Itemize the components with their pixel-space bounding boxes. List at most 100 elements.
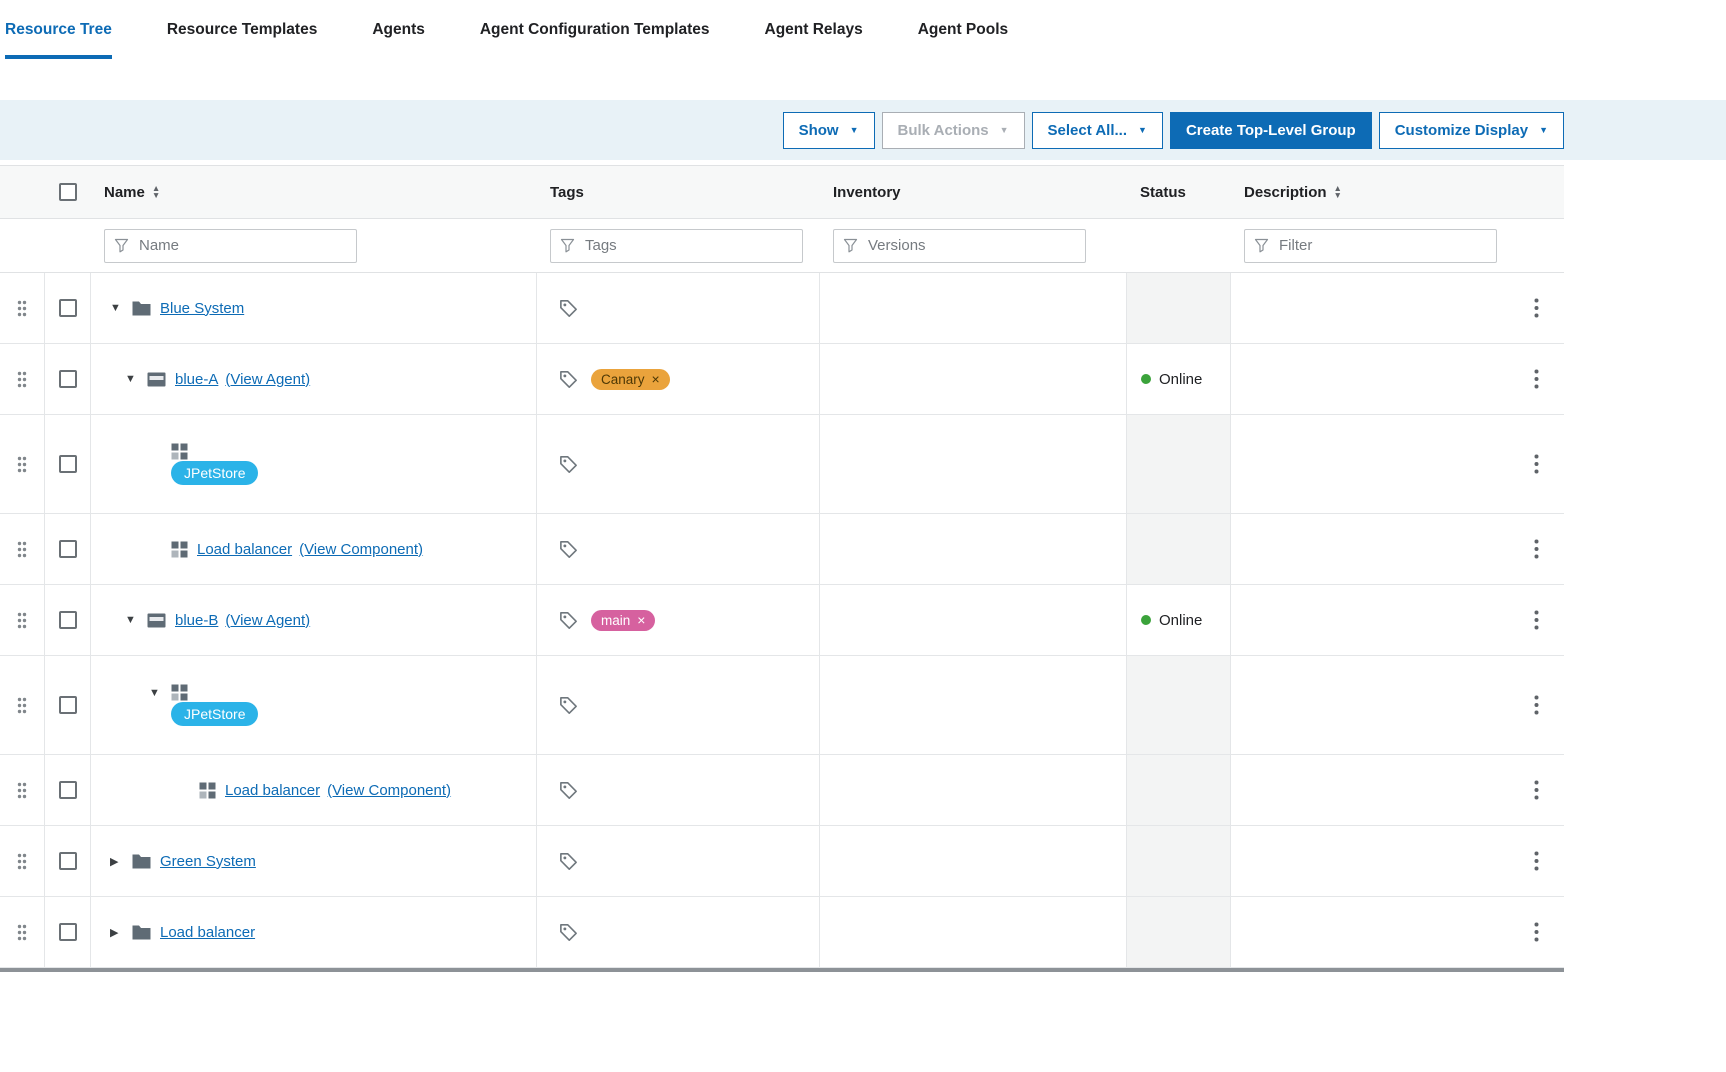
resource-link[interactable]: blue-A: [175, 371, 218, 388]
description-filter-input[interactable]: [1244, 229, 1497, 263]
tag-icon: [558, 610, 579, 631]
name-cell: ▼ Blue System: [91, 273, 537, 343]
row-checkbox[interactable]: [59, 370, 77, 388]
drag-handle[interactable]: [15, 778, 29, 803]
drag-handle[interactable]: [15, 367, 29, 392]
name-cell: ▼ blue-B (View Agent): [91, 585, 537, 655]
collapse-caret-icon[interactable]: ▼: [149, 687, 171, 699]
resource-link[interactable]: Blue System: [160, 300, 244, 317]
actions-cell: [1508, 897, 1564, 967]
tags-cell: [537, 755, 820, 825]
name-filter-input[interactable]: [104, 229, 357, 263]
table-row: ▶ Green System: [0, 826, 1564, 897]
remove-tag-icon[interactable]: ×: [652, 372, 660, 386]
view-action-link[interactable]: (View Component): [327, 782, 451, 799]
kebab-menu-icon[interactable]: [1528, 776, 1545, 804]
show-button[interactable]: Show ▼: [783, 112, 875, 149]
drag-cell: [0, 897, 45, 967]
view-action-link[interactable]: (View Agent): [225, 371, 310, 388]
versions-filter-input[interactable]: [833, 229, 1086, 263]
create-top-level-group-button[interactable]: Create Top-Level Group: [1170, 112, 1372, 149]
table-row: ▼JPetStore: [0, 656, 1564, 755]
collapse-caret-icon[interactable]: ▼: [110, 302, 132, 314]
collapse-caret-icon[interactable]: ▼: [125, 614, 147, 626]
actions-cell: [1508, 273, 1564, 343]
kebab-menu-icon[interactable]: [1528, 918, 1545, 946]
name-cell: ▼ blue-A (View Agent): [91, 344, 537, 414]
kebab-menu-icon[interactable]: [1528, 535, 1545, 563]
row-checkbox[interactable]: [59, 923, 77, 941]
expand-caret-icon[interactable]: ▶: [110, 926, 132, 939]
tab-agents[interactable]: Agents: [372, 21, 425, 55]
tab-agent-pools[interactable]: Agent Pools: [918, 21, 1008, 55]
tags-filter-input[interactable]: [550, 229, 803, 263]
resource-link[interactable]: Load balancer: [197, 541, 292, 558]
chevron-down-icon: ▼: [1539, 125, 1548, 135]
description-cell: [1231, 656, 1508, 754]
tab-resource-templates[interactable]: Resource Templates: [167, 21, 317, 55]
bulk-actions-button[interactable]: Bulk Actions ▼: [882, 112, 1025, 149]
tab-agent-configuration-templates[interactable]: Agent Configuration Templates: [480, 21, 710, 55]
drag-handle[interactable]: [15, 920, 29, 945]
collapse-caret-icon[interactable]: ▼: [125, 373, 147, 385]
drag-handle[interactable]: [15, 693, 29, 718]
horizontal-scrollbar[interactable]: [0, 968, 1564, 972]
customize-display-label: Customize Display: [1395, 122, 1528, 139]
remove-tag-icon[interactable]: ×: [637, 613, 645, 627]
kebab-menu-icon[interactable]: [1528, 450, 1545, 478]
row-checkbox[interactable]: [59, 852, 77, 870]
resource-link[interactable]: blue-B: [175, 612, 218, 629]
table-row: ▼ Blue System: [0, 273, 1564, 344]
actions-cell: [1508, 656, 1564, 754]
view-action-link[interactable]: (View Component): [299, 541, 423, 558]
drag-handle[interactable]: [15, 296, 29, 321]
kebab-menu-icon[interactable]: [1528, 691, 1545, 719]
description-cell: [1231, 897, 1508, 967]
row-checkbox[interactable]: [59, 540, 77, 558]
actions-cell: [1508, 514, 1564, 584]
tags-cell: Canary×: [537, 344, 820, 414]
folder-icon: [132, 301, 151, 316]
drag-handle[interactable]: [15, 537, 29, 562]
drag-cell: [0, 514, 45, 584]
drag-cell: [0, 755, 45, 825]
drag-handle[interactable]: [15, 452, 29, 477]
checkbox-cell: [45, 755, 91, 825]
name-cell: ▶ Load balancer: [91, 897, 537, 967]
table-row: JPetStore: [0, 415, 1564, 514]
kebab-menu-icon[interactable]: [1528, 847, 1545, 875]
sort-icon[interactable]: ▲▼: [1334, 185, 1342, 199]
resource-link[interactable]: Load balancer: [160, 924, 255, 941]
row-checkbox[interactable]: [59, 299, 77, 317]
kebab-menu-icon[interactable]: [1528, 365, 1545, 393]
tag-chip[interactable]: Canary×: [591, 369, 670, 390]
tab-resource-tree[interactable]: Resource Tree: [5, 21, 112, 59]
checkbox-cell: [45, 897, 91, 967]
view-action-link[interactable]: (View Agent): [225, 612, 310, 629]
resource-link[interactable]: Load balancer: [225, 782, 320, 799]
expand-caret-icon[interactable]: ▶: [110, 855, 132, 868]
row-checkbox[interactable]: [59, 611, 77, 629]
row-checkbox[interactable]: [59, 455, 77, 473]
tab-agent-relays[interactable]: Agent Relays: [765, 21, 863, 55]
kebab-menu-icon[interactable]: [1528, 606, 1545, 634]
column-header-description[interactable]: Description ▲▼: [1231, 184, 1508, 201]
row-checkbox[interactable]: [59, 696, 77, 714]
sort-icon[interactable]: ▲▼: [152, 185, 160, 199]
component-pill[interactable]: JPetStore: [171, 702, 258, 726]
select-all-label: Select All...: [1048, 122, 1127, 139]
folder-icon: [132, 925, 151, 940]
customize-display-button[interactable]: Customize Display ▼: [1379, 112, 1564, 149]
component-icon: [171, 443, 188, 460]
tag-chip[interactable]: main×: [591, 610, 655, 631]
select-all-checkbox[interactable]: [59, 183, 77, 201]
row-checkbox[interactable]: [59, 781, 77, 799]
kebab-menu-icon[interactable]: [1528, 294, 1545, 322]
drag-handle[interactable]: [15, 608, 29, 633]
inventory-cell: [820, 514, 1127, 584]
column-header-name[interactable]: Name ▲▼: [91, 184, 537, 201]
select-all-button[interactable]: Select All... ▼: [1032, 112, 1163, 149]
resource-link[interactable]: Green System: [160, 853, 256, 870]
component-pill[interactable]: JPetStore: [171, 461, 258, 485]
drag-handle[interactable]: [15, 849, 29, 874]
